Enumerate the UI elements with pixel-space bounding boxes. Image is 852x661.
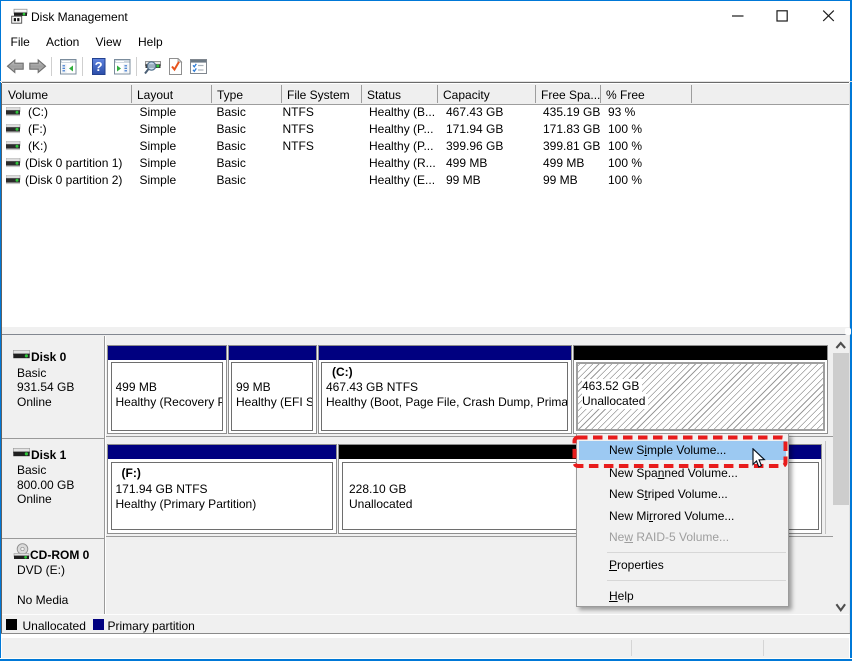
- svg-text:?: ?: [95, 59, 103, 74]
